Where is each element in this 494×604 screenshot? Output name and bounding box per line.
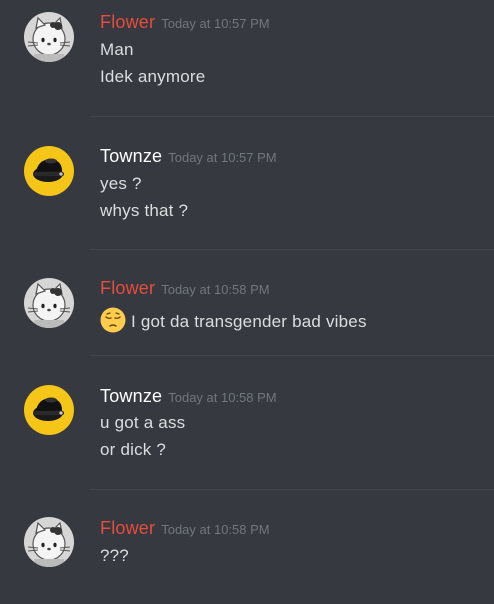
- message-header: Townze Today at 10:57 PM: [100, 146, 277, 167]
- message-text: or dick ?: [100, 440, 167, 459]
- timestamp: Today at 10:58 PM: [161, 282, 270, 297]
- timestamp: Today at 10:58 PM: [168, 390, 277, 405]
- message-header: Flower Today at 10:57 PM: [100, 12, 270, 33]
- avatar[interactable]: [24, 146, 74, 196]
- message-divider: [90, 355, 494, 356]
- message-text: ???: [100, 546, 129, 565]
- message-text: I got da transgender bad vibes: [131, 312, 367, 331]
- black-hat-avatar-icon: [24, 385, 74, 435]
- username[interactable]: Flower: [100, 278, 155, 298]
- message-text: Man: [100, 40, 134, 59]
- message-text: yes ?: [100, 174, 142, 193]
- hello-kitty-avatar-icon: [24, 12, 74, 62]
- timestamp: Today at 10:57 PM: [168, 150, 277, 165]
- avatar[interactable]: [24, 12, 74, 62]
- message-divider: [90, 249, 494, 250]
- timestamp: Today at 10:58 PM: [161, 522, 270, 537]
- message-text: Idek anymore: [100, 67, 206, 86]
- message-header: Flower Today at 10:58 PM: [100, 518, 270, 539]
- chat-message-list: Flower Today at 10:57 PM Man Idek anymore…: [0, 0, 494, 604]
- message-divider: [90, 489, 494, 490]
- username[interactable]: Flower: [100, 518, 155, 538]
- message-header: Flower Today at 10:58 PM: [100, 278, 270, 299]
- hello-kitty-avatar-icon: [24, 278, 74, 328]
- avatar[interactable]: [24, 278, 74, 328]
- avatar[interactable]: [24, 517, 74, 567]
- message-header: Townze Today at 10:58 PM: [100, 386, 277, 407]
- black-hat-avatar-icon: [24, 146, 74, 196]
- username[interactable]: Townze: [100, 146, 162, 166]
- username[interactable]: Flower: [100, 12, 155, 32]
- pensive-face-emoji: [100, 307, 126, 333]
- avatar[interactable]: [24, 385, 74, 435]
- message-text: u got a ass: [100, 413, 186, 432]
- username[interactable]: Townze: [100, 386, 162, 406]
- message-text-line: I got da transgender bad vibes: [100, 307, 367, 333]
- message-divider: [90, 116, 494, 117]
- hello-kitty-avatar-icon: [24, 517, 74, 567]
- message-text: whys that ?: [100, 201, 189, 220]
- timestamp: Today at 10:57 PM: [161, 16, 270, 31]
